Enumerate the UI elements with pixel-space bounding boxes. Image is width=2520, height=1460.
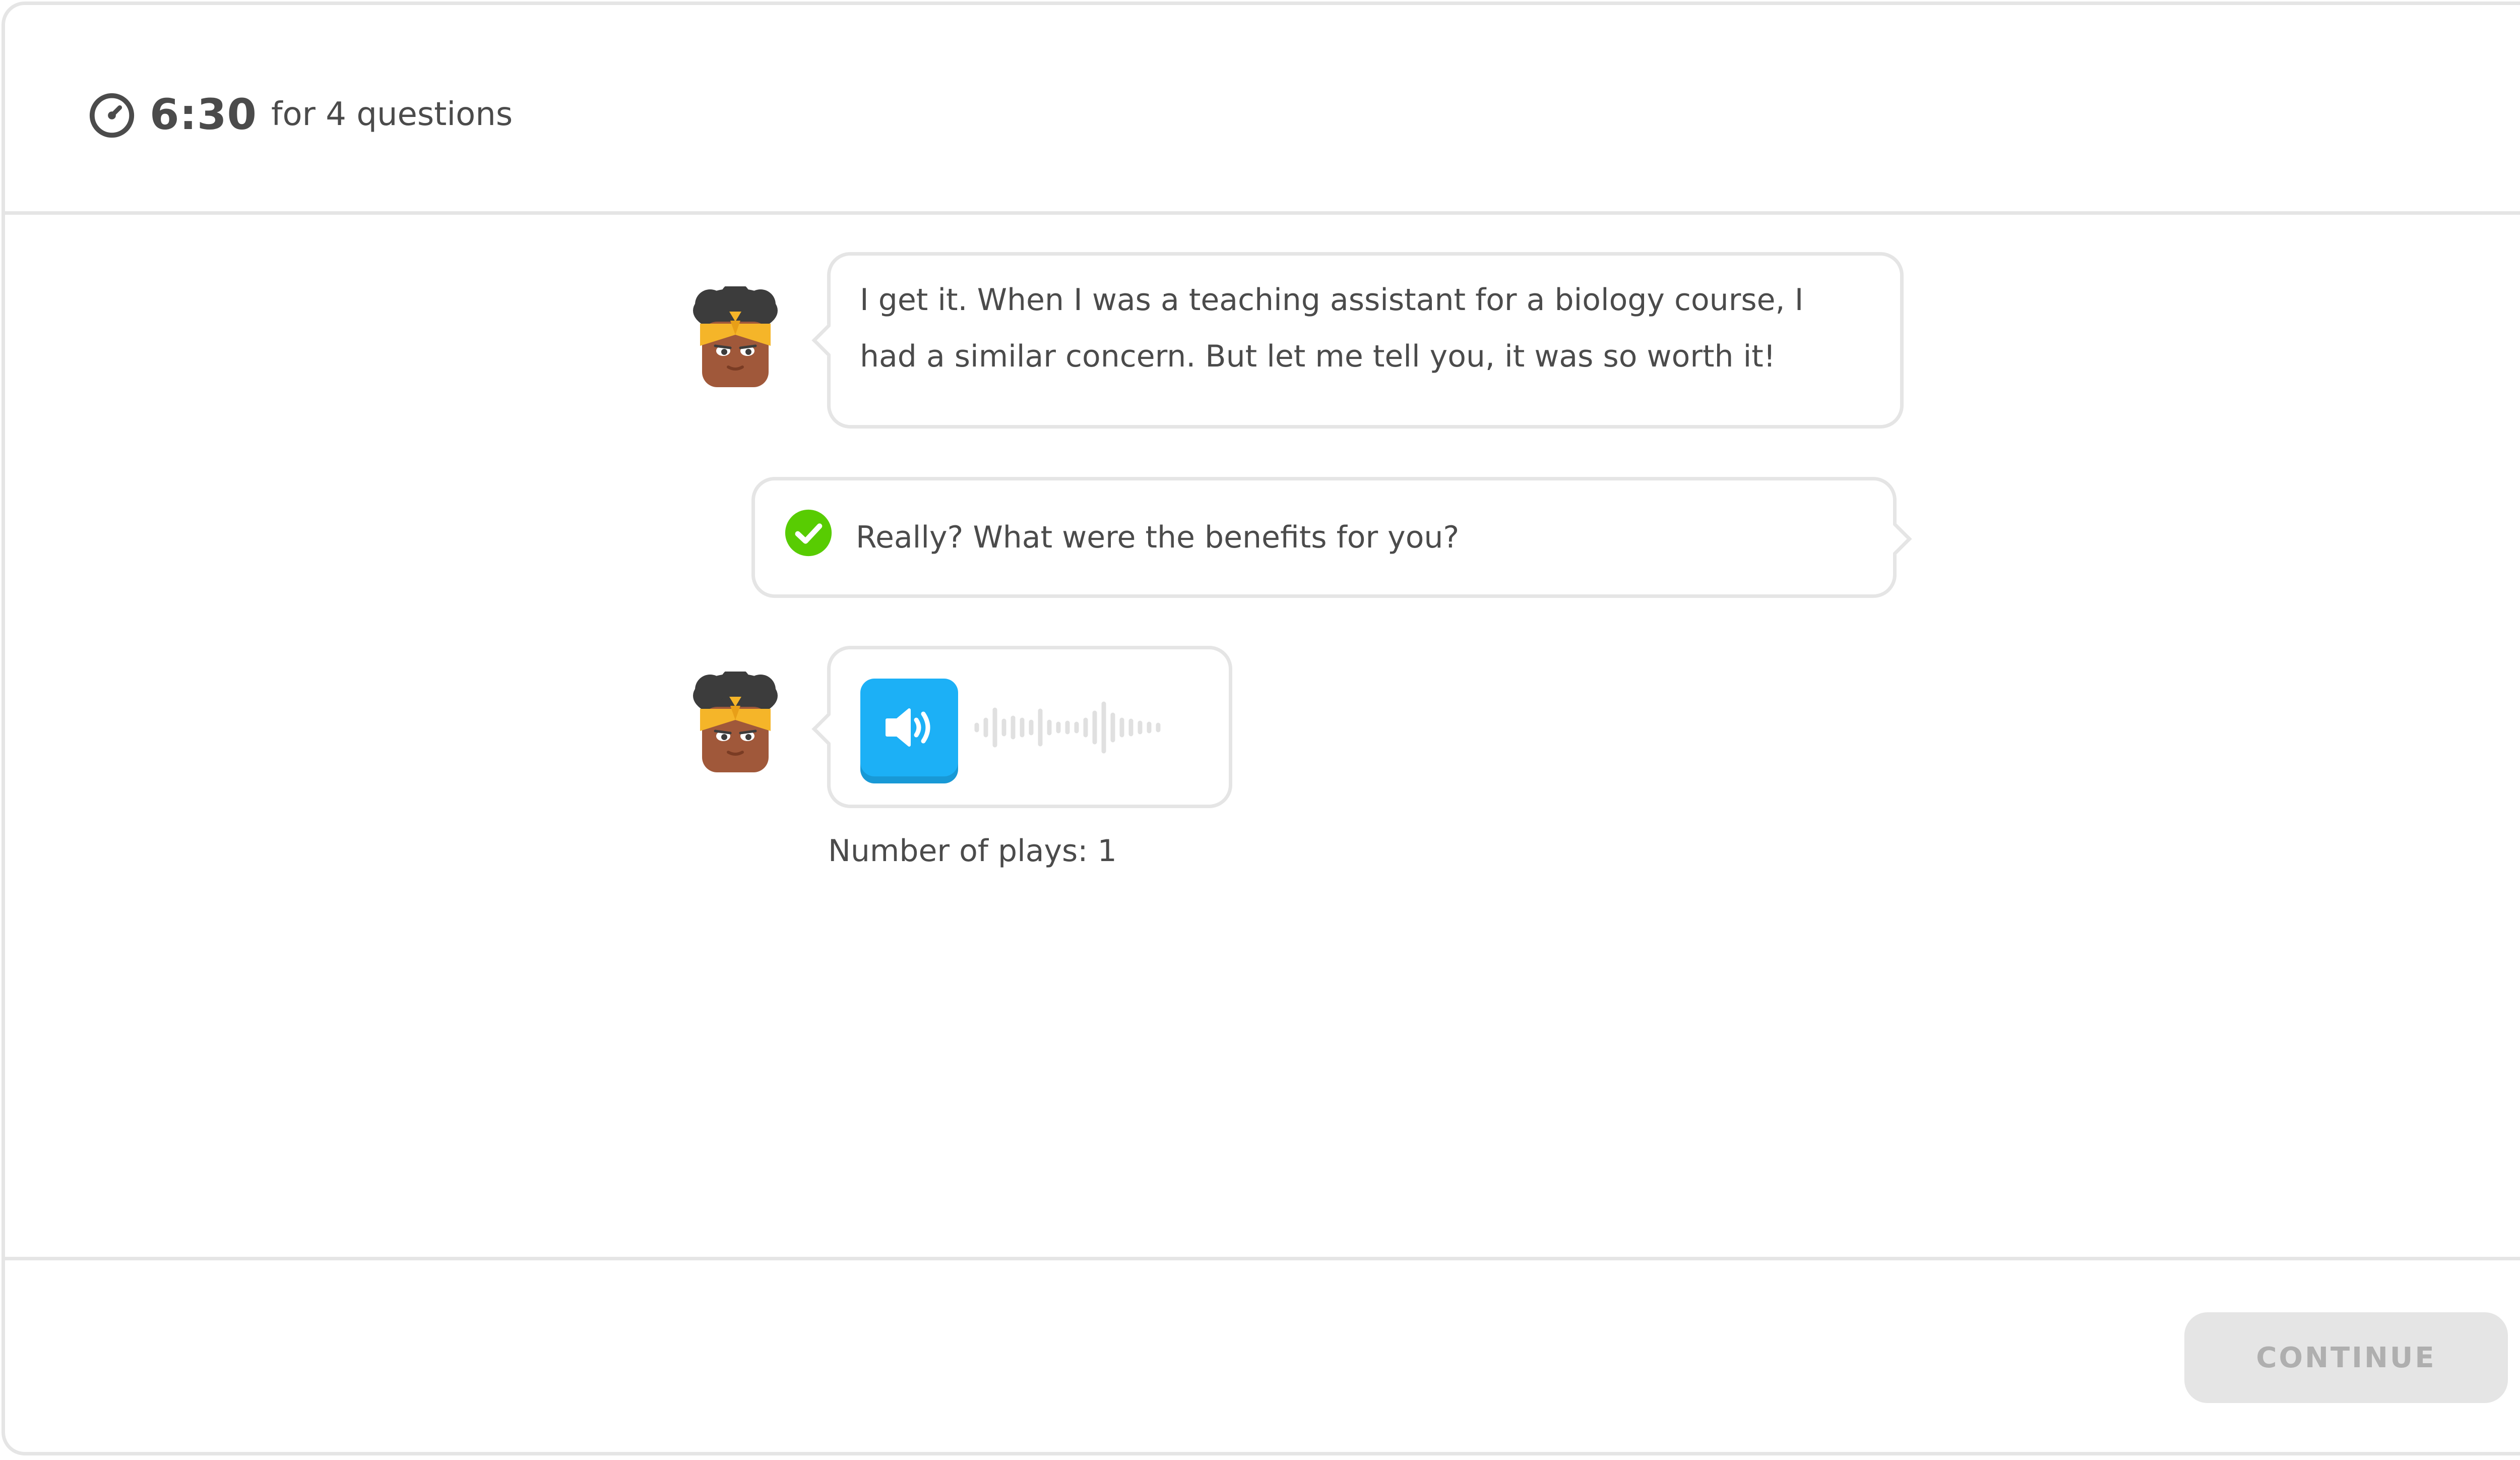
play-count: Number of plays: 1: [828, 833, 1117, 869]
timer: 6:30 for 4 questions: [87, 88, 513, 141]
message-bubble-user-answer: Really? What were the benefits for you?: [751, 477, 1912, 598]
message-bubble-character: I get it. When I was a teaching assistan…: [811, 252, 1904, 429]
speaker-icon: [886, 708, 930, 747]
waveform-icon: [974, 701, 1161, 754]
continue-button[interactable]: CONTINUE: [2184, 1312, 2508, 1403]
lesson-window: 6:30 for 4 questions I get it. When I wa…: [2, 2, 2520, 1455]
audio-message-bubble: [811, 646, 1232, 808]
timer-value: 6:30: [150, 90, 257, 139]
message-text: I get it. When I was a teaching assistan…: [860, 282, 1804, 374]
footer: CONTINUE: [5, 1257, 2520, 1452]
play-audio-button[interactable]: [860, 679, 958, 776]
conversation-area: I get it. When I was a teaching assistan…: [5, 215, 2520, 1265]
character-avatar: [693, 672, 778, 772]
timer-question-count: for 4 questions: [271, 96, 513, 133]
checkmark-icon: [785, 509, 832, 557]
stopwatch-icon: [89, 93, 135, 138]
character-avatar: [693, 286, 778, 387]
answer-text: Really? What were the benefits for you?: [856, 520, 1460, 555]
header: 6:30 for 4 questions: [5, 5, 2520, 215]
